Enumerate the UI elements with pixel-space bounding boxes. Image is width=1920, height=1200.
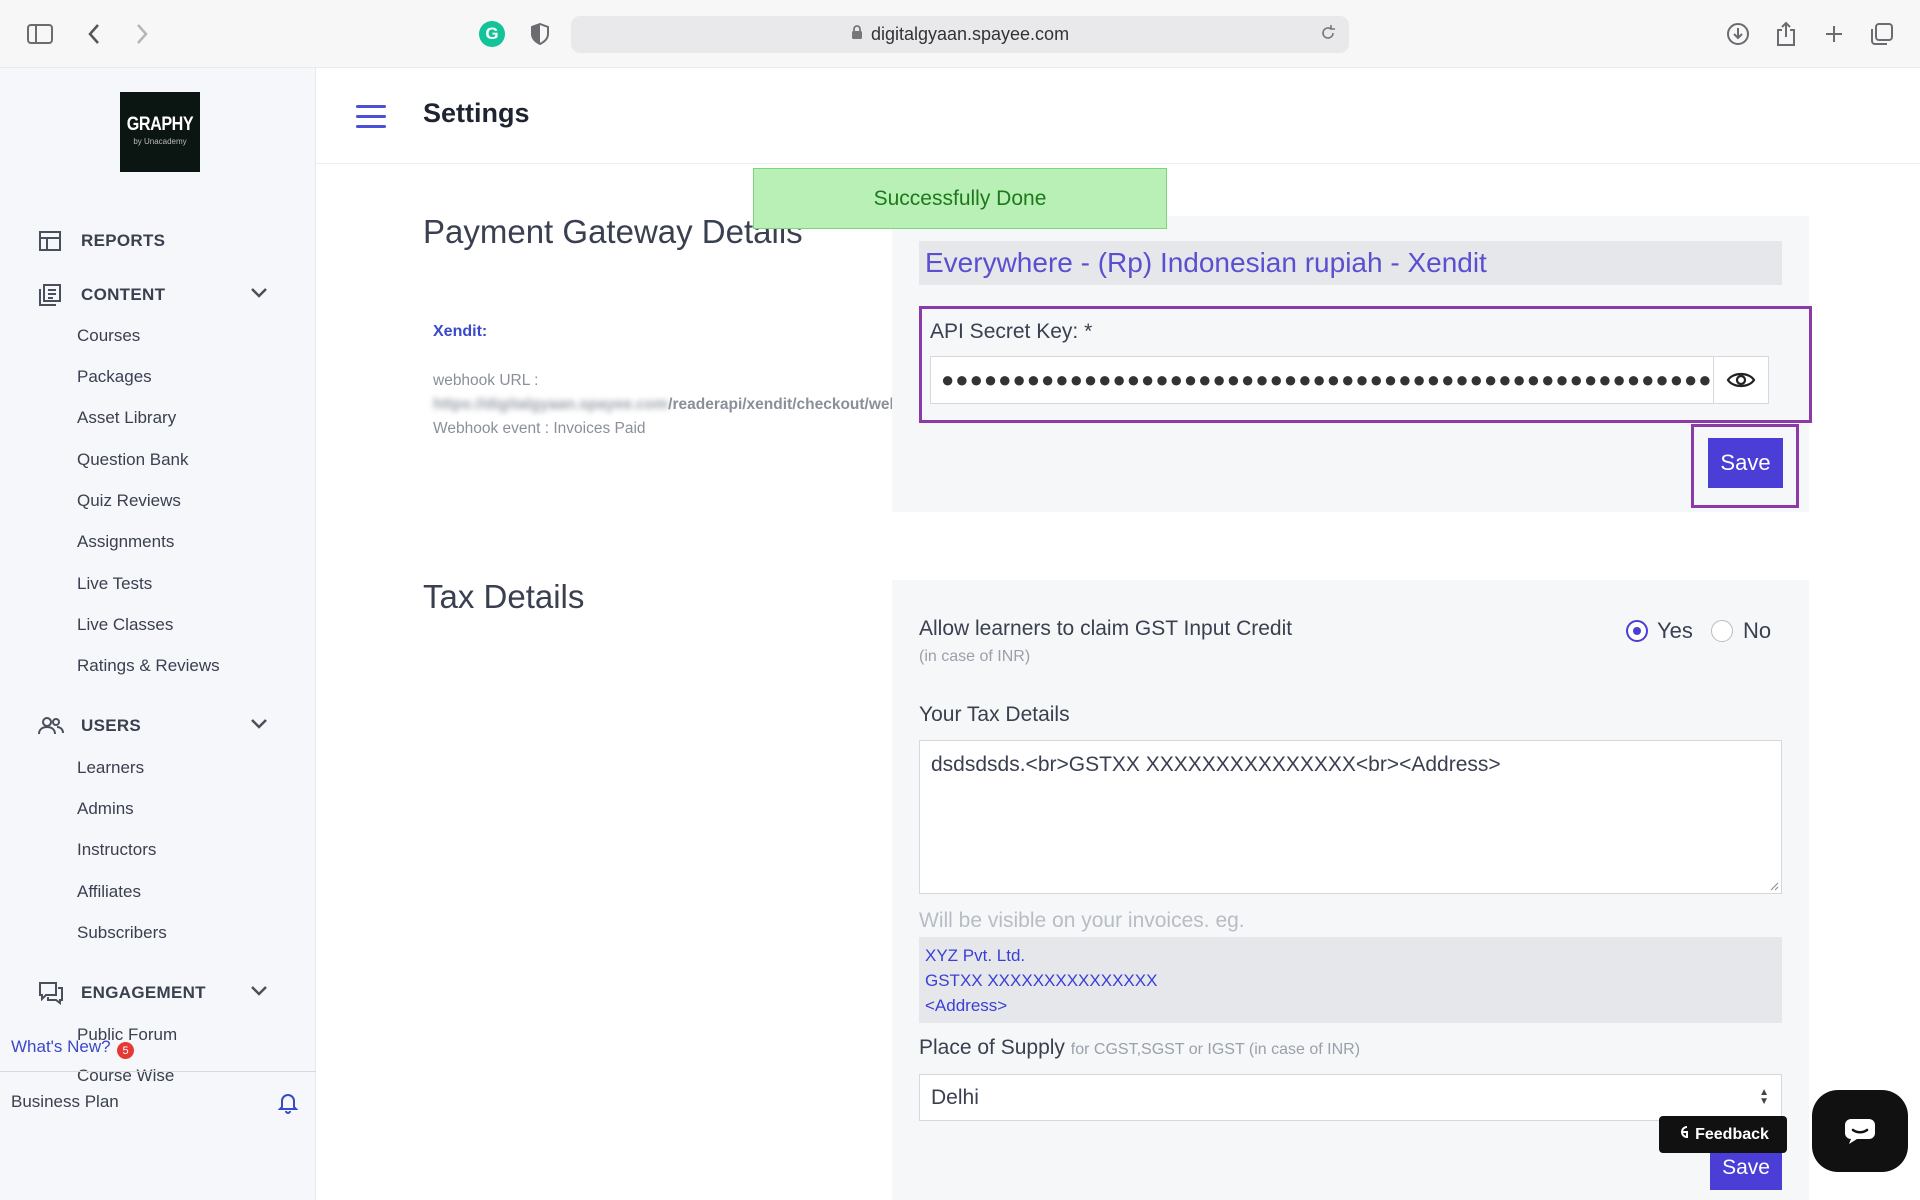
gateway-heading: Everywhere - (Rp) Indonesian rupiah - Xe… [919, 241, 1782, 285]
save-button[interactable]: Save [1708, 438, 1783, 488]
sidebar-item-instructors[interactable]: Instructors [77, 840, 156, 860]
nav-section-users[interactable]: USERS [0, 708, 316, 744]
reload-icon[interactable] [1319, 24, 1337, 47]
content-icon [38, 282, 64, 308]
sidebar-item-quiz-reviews[interactable]: Quiz Reviews [77, 491, 181, 511]
gst-credit-label: Allow learners to claim GST Input Credit [919, 617, 1293, 640]
webhook-url-label: webhook URL : [433, 372, 539, 389]
tab-overview-icon[interactable] [1866, 18, 1898, 50]
gst-yes-radio[interactable] [1626, 620, 1648, 642]
gst-no-label[interactable]: No [1743, 618, 1771, 644]
gst-credit-sub: (in case of INR) [919, 648, 1031, 665]
nav-section-engagement[interactable]: ENGAGEMENT [0, 975, 316, 1011]
chevron-down-icon[interactable] [250, 286, 268, 304]
xendit-label: Xendit: [433, 323, 488, 340]
chevron-down-icon[interactable] [250, 717, 268, 735]
your-tax-label: Your Tax Details [919, 703, 1070, 726]
whats-new-link[interactable]: What's New? 5 [11, 1037, 134, 1059]
browser-toolbar: G digitalgyaan.spayee.com [0, 0, 1920, 68]
new-tab-icon[interactable] [1818, 18, 1850, 50]
sidebar-item-live-classes[interactable]: Live Classes [77, 615, 173, 635]
chevron-down-icon[interactable] [250, 984, 268, 1002]
payment-gateway-title: Payment Gateway Details [423, 213, 803, 250]
nav-section-label: ENGAGEMENT [81, 983, 206, 1002]
sidebar-item-live-tests[interactable]: Live Tests [77, 574, 152, 594]
sidebar-divider [0, 1071, 316, 1072]
supply-label-sub: for CGST,SGST or IGST (in case of INR) [1070, 1041, 1361, 1058]
privacy-shield-icon[interactable] [524, 18, 556, 50]
download-icon[interactable] [1722, 18, 1754, 50]
gst-no-radio[interactable] [1711, 620, 1733, 642]
success-toast: Successfully Done [753, 168, 1167, 229]
sidebar-item-ratings-reviews[interactable]: Ratings & Reviews [77, 656, 220, 676]
address-bar[interactable]: digitalgyaan.spayee.com [571, 16, 1349, 53]
feedback-button[interactable]: Feedback [1659, 1116, 1787, 1153]
menu-icon[interactable] [356, 105, 386, 135]
webhook-url-blurred: https://digitalgyaan.spayee.com [433, 396, 669, 413]
grammarly-icon[interactable]: G [476, 18, 508, 50]
back-icon[interactable] [78, 18, 110, 50]
api-secret-label: API Secret Key: * [930, 320, 1093, 343]
resize-handle-icon[interactable] [1769, 881, 1779, 891]
sidebar-item-question-bank[interactable]: Question Bank [77, 450, 189, 470]
url-text: digitalgyaan.spayee.com [870, 24, 1070, 44]
reports-icon [38, 228, 64, 254]
sidebar-toggle-icon[interactable] [24, 18, 56, 50]
supply-label-text: Place of Supply [919, 1036, 1065, 1059]
api-secret-input[interactable]: ●●●●●●●●●●●●●●●●●●●●●●●●●●●●●●●●●●●●●●●●… [930, 356, 1713, 404]
sidebar-item-subscribers[interactable]: Subscribers [77, 923, 167, 943]
nav-section-label: REPORTS [81, 231, 166, 250]
feedback-icon [1677, 1124, 1689, 1145]
eye-icon[interactable] [1713, 356, 1769, 404]
sidebar-item-admins[interactable]: Admins [77, 799, 134, 819]
lock-icon [851, 24, 863, 45]
sidebar-item-assignments[interactable]: Assignments [77, 532, 174, 552]
nav-section-reports[interactable]: REPORTS [0, 223, 316, 259]
sidebar-item-learners[interactable]: Learners [77, 758, 144, 778]
sidebar-item-packages[interactable]: Packages [77, 367, 152, 387]
chat-icon[interactable] [1812, 1090, 1908, 1172]
place-of-supply-label: Place of Supply for CGST,SGST or IGST (i… [919, 1036, 1360, 1060]
invoice-line: XYZ Pvt. Ltd. [925, 946, 1026, 965]
nav-section-label: USERS [81, 716, 142, 735]
whats-new-label: What's New? [11, 1037, 111, 1056]
logo-text: GRAPHY [126, 114, 194, 135]
invoice-line: GSTXX XXXXXXXXXXXXXXX [925, 971, 1158, 990]
nav-section-label: CONTENT [81, 285, 166, 304]
forward-icon[interactable] [126, 18, 158, 50]
invoice-line: <Address> [925, 996, 1008, 1015]
logo-subtext: by Unacademy [133, 137, 187, 146]
feedback-label: Feedback [1695, 1125, 1769, 1143]
sidebar: GRAPHY by Unacademy REPORTS CONTENT Cour… [0, 68, 316, 1200]
sidebar-item-asset-library[interactable]: Asset Library [77, 408, 176, 428]
notification-badge: 5 [117, 1042, 134, 1059]
page-title: Settings [423, 98, 530, 128]
tax-details-textarea[interactable]: dsdsdsds.<br>GSTXX XXXXXXXXXXXXXXX<br><A… [919, 740, 1782, 894]
users-icon [38, 713, 64, 739]
select-arrows-icon: ▲ ▼ [1759, 1087, 1769, 1107]
webhook-event: Webhook event : Invoices Paid [433, 420, 646, 437]
sidebar-item-course-wise[interactable]: Course Wise [77, 1066, 174, 1086]
nav-section-content[interactable]: CONTENT [0, 277, 316, 313]
business-plan-label[interactable]: Business Plan [11, 1092, 119, 1112]
supply-value: Delhi [931, 1086, 979, 1109]
invoice-sample: XYZ Pvt. Ltd. GSTXX XXXXXXXXXXXXXXX <Add… [919, 937, 1782, 1023]
graphy-logo[interactable]: GRAPHY by Unacademy [120, 92, 200, 172]
sidebar-item-courses[interactable]: Courses [77, 326, 140, 346]
engagement-icon [38, 980, 64, 1006]
tax-details-title: Tax Details [423, 578, 585, 615]
invoice-note: Will be visible on your invoices. eg. [919, 909, 1245, 932]
place-of-supply-select[interactable]: Delhi ▲ ▼ [919, 1074, 1782, 1121]
sidebar-item-affiliates[interactable]: Affiliates [77, 882, 141, 902]
tax-details-value: dsdsdsds.<br>GSTXX XXXXXXXXXXXXXXX<br><A… [931, 753, 1501, 776]
share-icon[interactable] [1770, 18, 1802, 50]
page-header: Settings [316, 68, 1920, 164]
webhook-info: webhook URL : https://digitalgyaan.spaye… [433, 369, 1002, 441]
bell-icon[interactable] [277, 1092, 299, 1119]
gst-yes-label[interactable]: Yes [1657, 618, 1693, 644]
